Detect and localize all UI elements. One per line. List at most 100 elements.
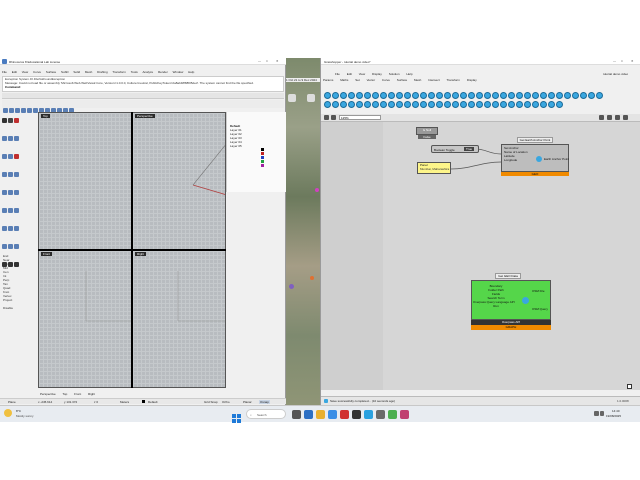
menu-analyze[interactable]: Analyze bbox=[142, 70, 153, 74]
viewport-front[interactable]: Front bbox=[38, 250, 132, 388]
weather-icon[interactable] bbox=[4, 409, 12, 417]
gh-component-icon[interactable] bbox=[379, 101, 387, 108]
rhino-taskbar-icon[interactable] bbox=[376, 410, 385, 419]
gh-component-icon[interactable] bbox=[475, 101, 483, 108]
gh-component-icon[interactable] bbox=[595, 92, 603, 99]
text-icon[interactable] bbox=[13, 153, 19, 159]
gh-component-icon[interactable] bbox=[435, 101, 443, 108]
maximize-icon[interactable]: □ bbox=[621, 59, 623, 63]
gh-component-icon[interactable] bbox=[443, 101, 451, 108]
map-pin-icon[interactable] bbox=[310, 276, 314, 280]
gh-tab[interactable]: Set bbox=[355, 78, 360, 82]
viewport-right[interactable]: Right bbox=[132, 250, 226, 388]
gh-component-icon[interactable] bbox=[539, 101, 547, 108]
gh-panel-value[interactable]: Mumbai, Maharashtra bbox=[418, 167, 450, 171]
menu-transform[interactable]: Transform bbox=[112, 70, 126, 74]
layer-color-swatch[interactable] bbox=[261, 164, 264, 167]
tool-icon[interactable] bbox=[26, 107, 32, 113]
gh-component-icon[interactable] bbox=[491, 101, 499, 108]
command-prompt[interactable]: Command: bbox=[3, 85, 283, 89]
gh-component-icon[interactable] bbox=[427, 101, 435, 108]
osnap-item[interactable]: Disable bbox=[3, 306, 33, 310]
gh-component-icon[interactable] bbox=[467, 101, 475, 108]
polyline-icon[interactable] bbox=[13, 117, 19, 123]
menu-render[interactable]: Render bbox=[158, 70, 168, 74]
gh-menu-display[interactable]: Display bbox=[372, 72, 382, 76]
gh-menu-file[interactable]: File bbox=[335, 72, 340, 76]
mirror-icon[interactable] bbox=[13, 207, 19, 213]
scale-icon[interactable] bbox=[7, 207, 13, 213]
viewport-divider-horizontal[interactable] bbox=[38, 249, 226, 251]
viewport-perspective[interactable]: Perspective bbox=[132, 112, 226, 250]
bake-icon[interactable] bbox=[615, 115, 620, 120]
layer-color-swatch[interactable] bbox=[261, 160, 264, 163]
gh-component-icon[interactable] bbox=[459, 101, 467, 108]
gh-output[interactable]: OSM Query bbox=[532, 307, 548, 311]
gh-output[interactable]: OSM File bbox=[532, 289, 545, 293]
app-icon[interactable] bbox=[400, 410, 409, 419]
gh-tab[interactable]: Maths bbox=[340, 78, 348, 82]
gh-component-icon[interactable] bbox=[571, 92, 579, 99]
gh-tab[interactable]: Transform bbox=[446, 78, 460, 82]
gh-menu-edit[interactable]: Edit bbox=[347, 72, 352, 76]
gh-input[interactable]: Run bbox=[472, 304, 518, 308]
app-icon[interactable] bbox=[304, 410, 313, 419]
start-icon[interactable] bbox=[232, 410, 241, 423]
explode-icon[interactable] bbox=[7, 243, 13, 249]
gh-null-component[interactable]: Is Null bbox=[416, 127, 438, 135]
menu-file[interactable]: File bbox=[2, 70, 7, 74]
status-layer[interactable]: Default bbox=[148, 400, 158, 404]
close-icon[interactable]: ✕ bbox=[276, 59, 279, 63]
task-view-icon[interactable] bbox=[292, 410, 301, 419]
grid-snap-toggle[interactable]: Grid Snap bbox=[204, 400, 218, 404]
gh-document-name[interactable]: tutorial demo video bbox=[603, 72, 628, 76]
gh-tab[interactable]: Surface bbox=[397, 78, 407, 82]
gh-tab[interactable]: Mesh bbox=[414, 78, 421, 82]
app-icon[interactable] bbox=[352, 410, 361, 419]
gh-component-icon[interactable] bbox=[483, 101, 491, 108]
osnap-item[interactable]: Project bbox=[3, 298, 33, 302]
get-geo-data-component[interactable]: Boundary Folder Path Fields Search Term … bbox=[471, 280, 551, 320]
ortho-toggle[interactable]: Ortho bbox=[222, 400, 230, 404]
gh-component-icon[interactable] bbox=[339, 101, 347, 108]
menu-curve[interactable]: Curve bbox=[33, 70, 41, 74]
arc-icon[interactable] bbox=[13, 135, 19, 141]
zoom-field[interactable]: 125% bbox=[339, 115, 381, 120]
gh-component-icon[interactable] bbox=[451, 101, 459, 108]
gh-tab[interactable]: Vector bbox=[367, 78, 376, 82]
map-pin-icon[interactable] bbox=[315, 188, 319, 192]
extrude-icon[interactable] bbox=[7, 171, 13, 177]
gh-output[interactable]: Earth Anchor Point bbox=[544, 157, 569, 161]
volume-icon[interactable] bbox=[600, 411, 604, 416]
viewport-tab[interactable]: Front bbox=[74, 392, 81, 396]
tool-icon[interactable] bbox=[32, 107, 38, 113]
search-box[interactable]: ⌕ Search bbox=[246, 409, 286, 419]
gh-component-icon[interactable] bbox=[579, 92, 587, 99]
grasshopper-taskbar-icon[interactable] bbox=[388, 410, 397, 419]
boolean-toggle[interactable]: Boolean Toggle True bbox=[431, 145, 479, 153]
gh-component-icon[interactable] bbox=[515, 101, 523, 108]
menu-subd[interactable]: SubD bbox=[61, 70, 69, 74]
menu-tools[interactable]: Tools bbox=[131, 70, 138, 74]
viewport-tab[interactable]: Right bbox=[88, 392, 95, 396]
gh-component-icon[interactable] bbox=[371, 101, 379, 108]
gh-tab[interactable]: Intersect bbox=[428, 78, 440, 82]
gh-component-icon[interactable] bbox=[547, 101, 555, 108]
gh-tab[interactable]: Params bbox=[323, 78, 333, 82]
gh-menu-solution[interactable]: Solution bbox=[389, 72, 400, 76]
curve-icon[interactable] bbox=[1, 135, 7, 141]
gh-component-icon[interactable] bbox=[555, 101, 563, 108]
open-icon[interactable] bbox=[331, 115, 336, 120]
clock-time[interactable]: 14:40 bbox=[612, 409, 620, 413]
polygon-icon[interactable] bbox=[7, 153, 13, 159]
gh-component-icon[interactable] bbox=[531, 101, 539, 108]
weather-condition[interactable]: Mostly sunny bbox=[16, 414, 34, 418]
gh-component-icon[interactable] bbox=[523, 101, 531, 108]
viewport-tab[interactable]: Top bbox=[62, 392, 67, 396]
edge-icon[interactable] bbox=[328, 410, 337, 419]
gh-component-icon[interactable] bbox=[507, 101, 515, 108]
box-icon[interactable] bbox=[13, 171, 19, 177]
rotate-icon[interactable] bbox=[1, 207, 7, 213]
gh-tab[interactable]: Display bbox=[467, 78, 477, 82]
gh-component-icon[interactable] bbox=[331, 101, 339, 108]
